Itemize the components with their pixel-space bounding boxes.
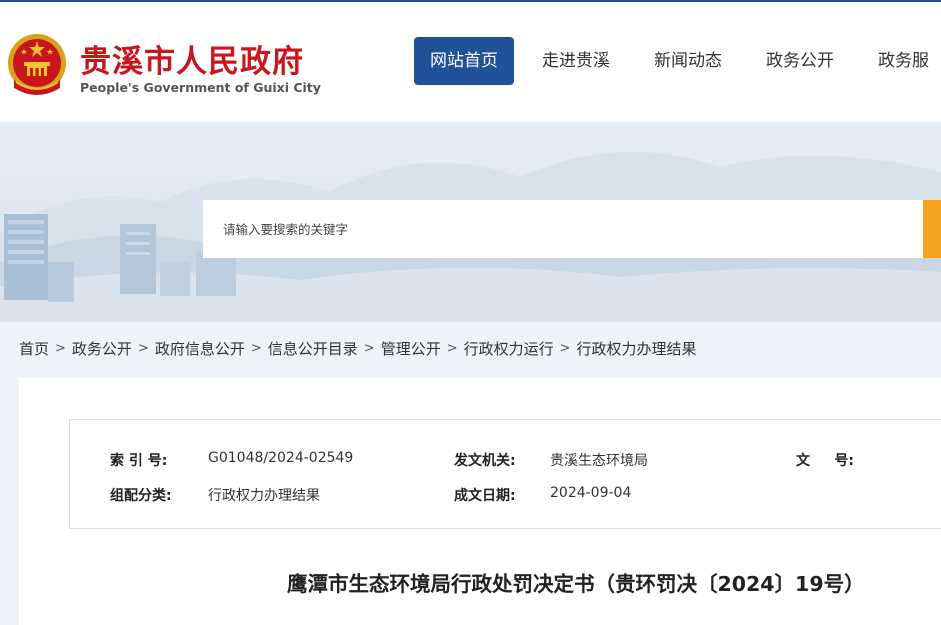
national-emblem-icon[interactable] [6, 32, 68, 98]
breadcrumb-separator: > [559, 341, 571, 356]
content-panel: 索 引 号: G01048/2024-02549 发文机关: 贵溪生态环境局 文… [19, 378, 941, 625]
document-meta-box: 索 引 号: G01048/2024-02549 发文机关: 贵溪生态环境局 文… [69, 419, 941, 529]
category-label: 组配分类: [110, 488, 172, 504]
nav-item-about-guixi[interactable]: 走进贵溪 [526, 37, 626, 85]
site-header: 贵溪市人民政府 People's Government of Guixi Cit… [0, 2, 941, 122]
search-input[interactable] [203, 200, 926, 258]
breadcrumb-separator: > [250, 341, 262, 356]
main-nav: 网站首页 走进贵溪 新闻动态 政务公开 政务服 [414, 37, 941, 87]
date-value: 2024-09-04 [550, 485, 632, 501]
doc-number-label: 文 号: [796, 453, 854, 469]
category-value: 行政权力办理结果 [208, 488, 320, 504]
breadcrumb-item-info-catalog[interactable]: 信息公开目录 [268, 338, 358, 359]
banner [0, 122, 941, 322]
breadcrumb-item-management[interactable]: 管理公开 [381, 338, 441, 359]
breadcrumb-separator: > [363, 341, 375, 356]
nav-item-gov-services[interactable]: 政务服 [862, 37, 941, 85]
document-title: 鹰潭市生态环境局行政处罚决定书（贵环罚决〔2024〕19号） [287, 572, 865, 596]
nav-item-home[interactable]: 网站首页 [414, 37, 514, 85]
issuer-value: 贵溪生态环境局 [550, 453, 648, 469]
breadcrumb-item-admin-results[interactable]: 行政权力办理结果 [577, 338, 697, 359]
breadcrumb-item-gov-affairs[interactable]: 政务公开 [72, 338, 132, 359]
date-label: 成文日期: [454, 488, 516, 504]
breadcrumb: 首页 > 政务公开 > 政府信息公开 > 信息公开目录 > 管理公开 > 行政权… [19, 338, 697, 359]
breadcrumb-item-admin-power[interactable]: 行政权力运行 [464, 338, 554, 359]
search-box [203, 200, 926, 258]
breadcrumb-item-gov-info[interactable]: 政府信息公开 [155, 338, 245, 359]
site-subtitle: People's Government of Guixi City [80, 80, 321, 95]
breadcrumb-separator: > [137, 341, 149, 356]
search-button[interactable] [923, 200, 941, 258]
index-number-label: 索 引 号: [110, 453, 168, 469]
breadcrumb-separator: > [55, 341, 66, 356]
breadcrumb-separator: > [446, 341, 458, 356]
index-number-value: G01048/2024-02549 [208, 450, 354, 466]
nav-item-news[interactable]: 新闻动态 [638, 37, 738, 85]
issuer-label: 发文机关: [454, 453, 516, 469]
breadcrumb-item-home[interactable]: 首页 [19, 338, 49, 359]
nav-item-gov-affairs[interactable]: 政务公开 [750, 37, 850, 85]
site-title[interactable]: 贵溪市人民政府 [80, 36, 304, 81]
